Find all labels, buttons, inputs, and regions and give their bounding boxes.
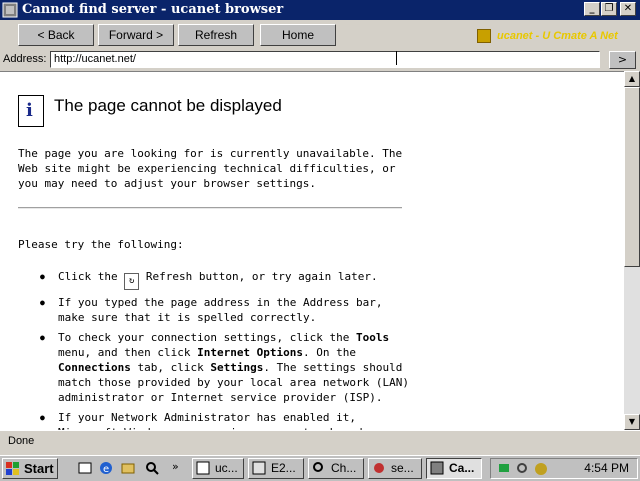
search-icon[interactable]	[515, 461, 531, 477]
divider	[18, 207, 402, 209]
browser-window: Cannot find server - ucanet browser _ ❐ …	[0, 0, 640, 455]
item3-b: menu, and then click	[58, 346, 191, 359]
item1-pre: Click the	[58, 270, 118, 283]
desktop-icon[interactable]	[77, 460, 93, 476]
list-item: If you typed the page address in the Add…	[40, 295, 410, 325]
list-item: If your Network Administrator has enable…	[40, 410, 410, 431]
task-button[interactable]: Ch...	[308, 458, 364, 479]
app-icon	[2, 2, 18, 18]
start-button[interactable]: Start	[2, 458, 58, 479]
system-tray: 4:54 PM	[490, 458, 638, 479]
task-label: Ca...	[449, 461, 475, 475]
task-button[interactable]: uc...	[192, 458, 244, 479]
app-tray-icon[interactable]	[533, 461, 549, 477]
item1-post: Refresh button, or try again later.	[145, 270, 378, 283]
window-icon	[252, 461, 266, 475]
item3-connections: Connections	[58, 361, 131, 374]
app-icon	[374, 463, 384, 473]
address-input[interactable]: http://ucanet.net/	[50, 51, 600, 68]
brand-logo-icon	[477, 29, 491, 43]
address-bar: Address: http://ucanet.net/ >	[0, 49, 640, 71]
vertical-scrollbar[interactable]: ▲ ▼	[624, 71, 640, 430]
task-button[interactable]: se...	[368, 458, 422, 479]
clock: 4:54 PM	[584, 461, 629, 475]
close-button[interactable]: ✕	[620, 2, 636, 16]
search-icon	[313, 462, 323, 472]
intro-paragraph: The page you are looking for is currentl…	[18, 147, 403, 190]
page-heading: The page cannot be displayed	[54, 96, 282, 115]
taskbar: Start e » uc... E2... Ch... se... Ca... …	[0, 455, 640, 481]
minimize-button[interactable]: _	[584, 2, 600, 16]
list-item: Click the ↻ Refresh button, or try again…	[40, 269, 410, 290]
scroll-down-icon[interactable]: ▼	[624, 414, 640, 430]
text-cursor-icon	[396, 51, 397, 65]
suggestion-list: Click the ↻ Refresh button, or try again…	[40, 269, 410, 431]
item3-c: . On the	[303, 346, 357, 359]
chevron-right-icon[interactable]: »	[172, 460, 188, 476]
task-label: E2...	[271, 461, 296, 475]
back-button[interactable]: < Back	[18, 24, 94, 46]
list-item: To check your connection settings, click…	[40, 330, 410, 405]
item3-settings: Settings	[210, 361, 264, 374]
refresh-button[interactable]: Refresh	[178, 24, 254, 46]
scroll-up-icon[interactable]: ▲	[624, 71, 640, 87]
brand-banner: ucanet - U Cmate A Net	[477, 28, 637, 44]
task-button-active[interactable]: Ca...	[426, 458, 482, 479]
windows-flag-icon	[6, 462, 19, 475]
item3-tools: Tools	[356, 331, 390, 344]
task-button[interactable]: E2...	[248, 458, 304, 479]
window-icon	[430, 461, 444, 475]
status-text: Done	[8, 435, 35, 447]
maximize-button[interactable]: ❐	[601, 2, 617, 16]
task-label: Ch...	[331, 461, 357, 475]
task-label: uc...	[215, 461, 238, 475]
address-label: Address:	[3, 53, 47, 65]
go-button[interactable]: >	[609, 51, 636, 69]
outlook-icon[interactable]	[120, 460, 136, 476]
scroll-thumb[interactable]	[624, 87, 640, 267]
search-icon[interactable]	[144, 460, 160, 476]
page-content: i The page cannot be displayed The page …	[0, 71, 624, 431]
network-icon[interactable]	[497, 461, 513, 477]
window-title: Cannot find server - ucanet browser	[22, 2, 284, 17]
item3-d: tab, click	[137, 361, 204, 374]
status-bar: Done	[0, 430, 640, 453]
window-icon	[196, 461, 210, 475]
home-button[interactable]: Home	[260, 24, 336, 46]
start-label: Start	[24, 461, 54, 476]
item3-internet: Internet Options	[197, 346, 304, 359]
title-bar[interactable]: Cannot find server - ucanet browser _ ❐ …	[0, 0, 640, 20]
task-label: se...	[391, 461, 414, 475]
ie-icon[interactable]: e	[98, 460, 114, 476]
brand-text: ucanet - U Cmate A Net	[497, 30, 618, 42]
refresh-icon: ↻	[124, 273, 140, 290]
forward-button[interactable]: Forward >	[98, 24, 174, 46]
try-following-text: Please try the following:	[18, 238, 184, 251]
svg-text:e: e	[103, 464, 109, 475]
item3-a: To check your connection settings, click…	[58, 331, 350, 344]
info-icon: i	[18, 95, 44, 127]
